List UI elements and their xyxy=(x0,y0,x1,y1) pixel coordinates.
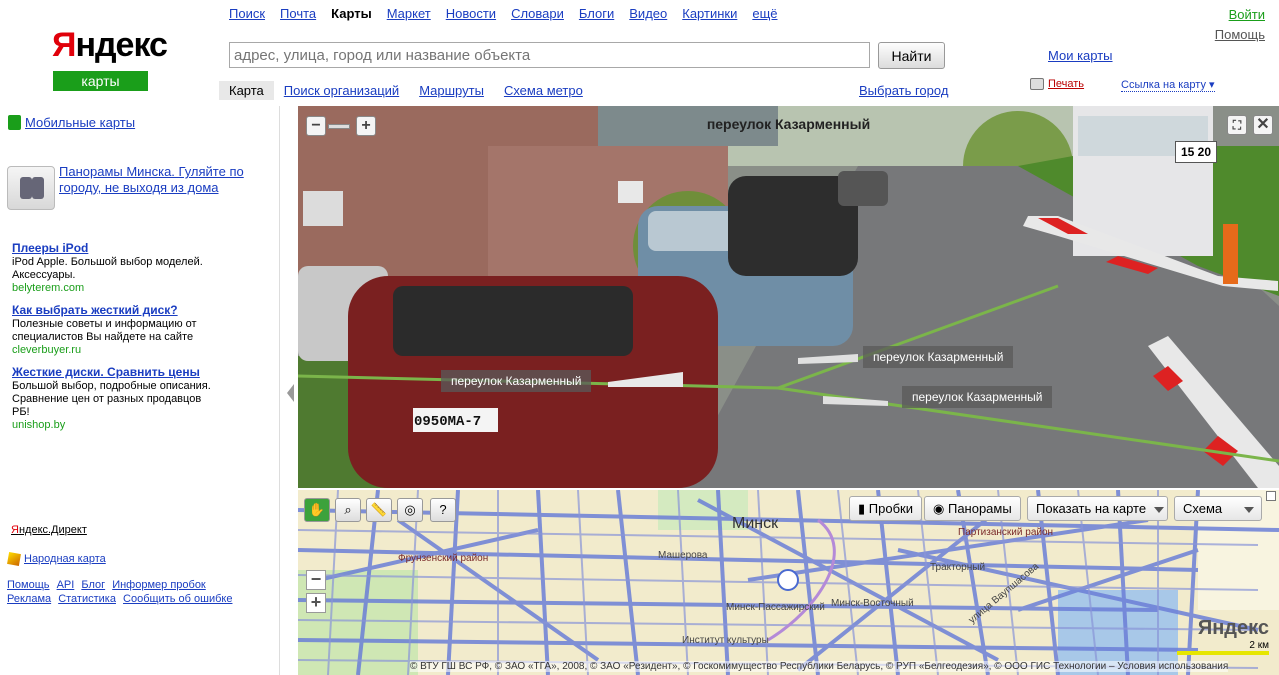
placemark-tool-icon[interactable]: ◎ xyxy=(397,498,423,522)
panorama-viewer[interactable]: − + переулок Казарменный ⛶ ✕ 0950МА-7 15… xyxy=(298,106,1279,488)
ruler-tool-icon[interactable]: 📏 xyxy=(366,498,392,522)
help-link[interactable]: Помощь xyxy=(1215,27,1265,42)
ad-text: Большой выбор, подробные описания. Сравн… xyxy=(12,380,211,418)
footer-ads[interactable]: Реклама xyxy=(7,593,51,605)
print-label: Печать xyxy=(1048,78,1085,90)
tab-metro[interactable]: Схема метро xyxy=(494,81,593,100)
map-zoom-in-button[interactable]: + xyxy=(306,593,326,613)
map-street-label: Тракторный xyxy=(930,562,986,573)
ad-title[interactable]: Жесткие диски. Сравнить цены xyxy=(12,366,212,379)
chevron-down-icon xyxy=(1154,506,1165,513)
ad-text: iPod Apple. Большой выбор моделей. Аксес… xyxy=(12,256,203,281)
ad-block: Как выбрать жесткий диск? Полезные совет… xyxy=(12,304,212,357)
ad-block: Плееры iPod iPod Apple. Большой выбор мо… xyxy=(12,242,212,295)
traffic-button[interactable]: ▮ Пробки xyxy=(849,496,922,521)
map-district-label: Фрунзенский район xyxy=(398,553,489,564)
footer-blog[interactable]: Блог xyxy=(81,579,105,591)
scale-bar xyxy=(1177,651,1269,655)
footer-report[interactable]: Сообщить об ошибке xyxy=(123,593,232,605)
nav-news[interactable]: Новости xyxy=(446,6,496,21)
logo-service-label: карты xyxy=(53,71,148,91)
yandex-logo[interactable]: Яндекс карты xyxy=(40,26,168,92)
sidebar: Мобильные карты Панорамы Минска. Гуляйте… xyxy=(0,106,280,675)
nav-maps[interactable]: Карты xyxy=(331,6,372,21)
map-yandex-watermark: Яндекс xyxy=(1197,617,1269,639)
expand-map-icon[interactable] xyxy=(1266,491,1276,501)
nav-video[interactable]: Видео xyxy=(629,6,667,21)
people-map-label: Народная карта xyxy=(24,553,106,565)
show-on-map-dropdown[interactable]: Показать на карте xyxy=(1027,496,1168,521)
search-input[interactable] xyxy=(229,42,870,68)
search-button[interactable]: Найти xyxy=(878,42,945,69)
map-copyright: © ВТУ ГШ ВС РФ, © ЗАО «ТГА», 2008, © ЗАО… xyxy=(410,661,1229,672)
hand-tool-icon[interactable]: ✋ xyxy=(304,498,330,522)
scale-label: 2 км xyxy=(1249,640,1269,651)
panorama-icon: ◉ xyxy=(933,501,948,516)
mobile-maps-label: Мобильные карты xyxy=(25,115,136,130)
nav-images[interactable]: Картинки xyxy=(682,6,737,21)
close-icon[interactable]: ✕ xyxy=(1253,115,1273,135)
map-zoom-out-button[interactable]: − xyxy=(306,570,326,590)
ad-url: unishop.by xyxy=(12,419,66,431)
building-number-sign: 15 20 xyxy=(1175,141,1217,163)
footer-links: Помощь API Блог Информер пробок Реклама … xyxy=(7,578,242,606)
nav-more[interactable]: ещё xyxy=(752,6,777,21)
map-street-label: Машерова xyxy=(658,550,708,561)
panorama-nav-label[interactable]: переулок Казарменный xyxy=(441,370,592,392)
tab-routes[interactable]: Маршруты xyxy=(409,81,494,100)
people-map-link[interactable]: Народная карта xyxy=(7,552,106,566)
tab-map[interactable]: Карта xyxy=(219,81,274,100)
ad-url: belyterem.com xyxy=(12,282,85,294)
footer-api[interactable]: API xyxy=(57,579,75,591)
map-link-dropdown[interactable]: Ссылка на карту ▾ xyxy=(1121,78,1215,92)
panorama-nav-label[interactable]: переулок Казарменный xyxy=(863,346,1014,368)
ad-url: cleverbuyer.ru xyxy=(12,344,82,356)
ad-text: Полезные советы и информацию от специали… xyxy=(12,318,197,343)
panorama-nav-label[interactable]: переулок Казарменный xyxy=(902,386,1053,408)
ad-block: Жесткие диски. Сравнить цены Большой выб… xyxy=(12,366,212,432)
nav-market[interactable]: Маркет xyxy=(387,6,431,21)
map-station-label: Минск-Восточный xyxy=(831,598,914,609)
panorama-promo-text: Панорамы Минска. Гуляйте по городу, не в… xyxy=(59,164,244,195)
nav-mail[interactable]: Почта xyxy=(280,6,316,21)
pencil-icon xyxy=(7,552,21,566)
yandex-direct-link[interactable]: Яндекс.Директ xyxy=(11,524,87,536)
ad-title[interactable]: Плееры iPod xyxy=(12,242,212,255)
panorama-street-title: переулок Казарменный xyxy=(706,116,871,132)
fullscreen-icon[interactable]: ⛶ xyxy=(1227,115,1247,135)
binoculars-icon xyxy=(7,166,55,210)
sub-navigation: Карта Поиск организаций Маршруты Схема м… xyxy=(219,81,593,100)
map-station-label: Институт культуры xyxy=(682,635,769,646)
map-city-label: Минск xyxy=(732,515,779,532)
print-link[interactable]: Печать xyxy=(1030,78,1084,90)
choose-city-link[interactable]: Выбрать город xyxy=(859,83,948,98)
mobile-maps-link[interactable]: Мобильные карты xyxy=(8,115,135,130)
info-tool-icon[interactable]: ? xyxy=(430,498,456,522)
footer-stats[interactable]: Статистика xyxy=(58,593,116,605)
tab-org-search[interactable]: Поиск организаций xyxy=(274,81,409,100)
footer-informer[interactable]: Информер пробок xyxy=(112,579,206,591)
map-station-label: Минск-Пассажирский xyxy=(726,602,825,613)
nav-blogs[interactable]: Блоги xyxy=(579,6,614,21)
nav-dictionaries[interactable]: Словари xyxy=(511,6,564,21)
top-navigation: Поиск Почта Карты Маркет Новости Словари… xyxy=(229,6,778,21)
login-link[interactable]: Войти xyxy=(1229,7,1265,22)
traffic-light-icon: ▮ xyxy=(858,501,869,516)
map-scale: Яндекс 2 км xyxy=(1177,617,1269,655)
license-plate: 0950МА-7 xyxy=(414,414,482,430)
logo-text: Яндекс xyxy=(52,26,168,64)
collapse-sidebar-arrow[interactable] xyxy=(287,384,294,402)
panoramas-button[interactable]: ◉ Панорамы xyxy=(924,496,1021,521)
printer-icon xyxy=(1030,78,1044,90)
map-district-label: Партизанский район xyxy=(958,527,1054,538)
phone-icon xyxy=(8,115,21,130)
nav-search[interactable]: Поиск xyxy=(229,6,265,21)
magnifier-tool-icon[interactable]: ⌕ xyxy=(335,498,361,522)
map-type-dropdown[interactable]: Схема xyxy=(1174,496,1262,521)
footer-help[interactable]: Помощь xyxy=(7,579,50,591)
chevron-down-icon xyxy=(1244,506,1255,513)
map-view[interactable]: ✋ ⌕ 📏 ◎ ? ▮ Пробки ◉ Панорамы Показать н… xyxy=(298,490,1279,675)
my-maps-link[interactable]: Мои карты xyxy=(1048,48,1113,63)
ad-title[interactable]: Как выбрать жесткий диск? xyxy=(12,304,212,317)
